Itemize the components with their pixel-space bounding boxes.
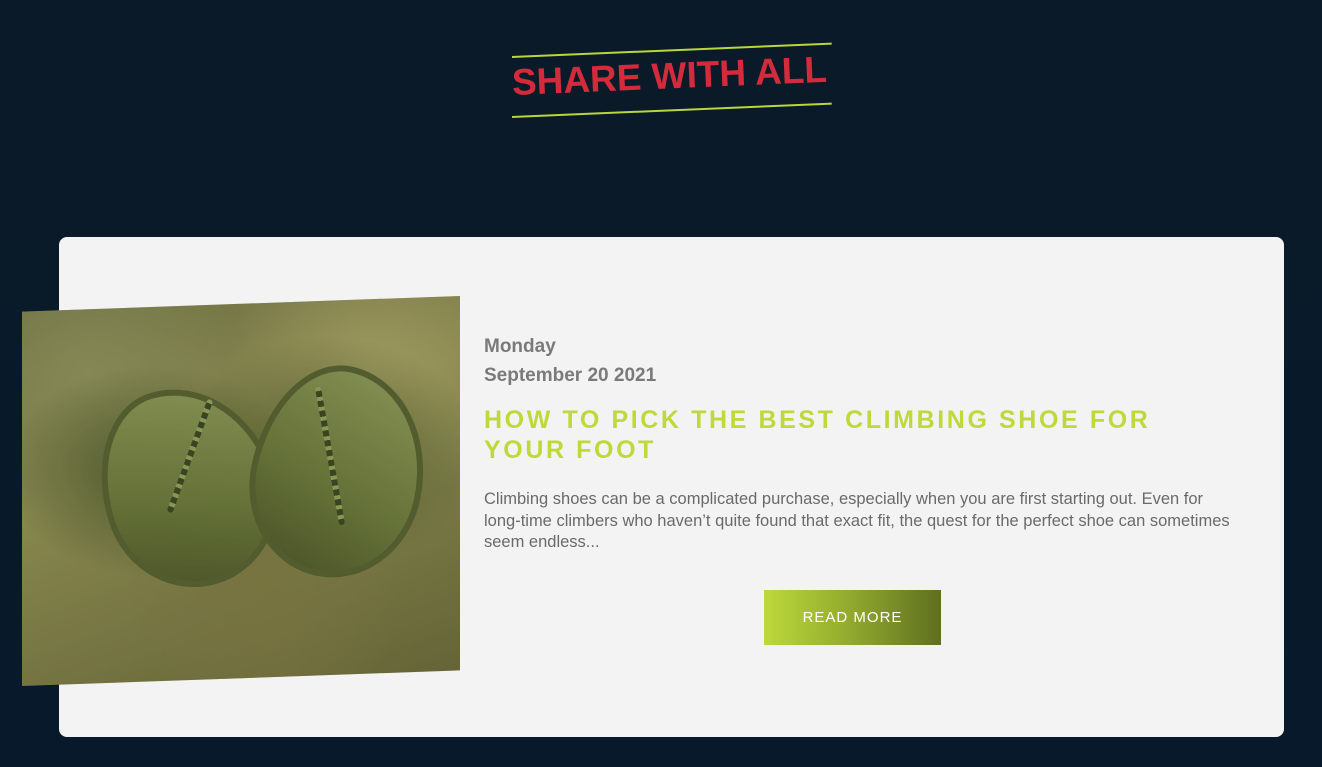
heading-bottom-line bbox=[511, 102, 832, 118]
read-more-button[interactable]: READ MORE bbox=[764, 590, 941, 645]
section-heading: SHARE WITH ALL bbox=[511, 42, 832, 120]
post-date: September 20 2021 bbox=[484, 365, 657, 386]
image-tint-overlay bbox=[22, 296, 460, 686]
section-title: SHARE WITH ALL bbox=[511, 48, 828, 103]
post-image[interactable] bbox=[22, 296, 460, 686]
post-title[interactable]: HOW TO PICK THE BEST CLIMBING SHOE FOR Y… bbox=[484, 405, 1204, 465]
post-excerpt: Climbing shoes can be a complicated purc… bbox=[484, 490, 1230, 551]
post-day: Monday bbox=[484, 336, 556, 357]
